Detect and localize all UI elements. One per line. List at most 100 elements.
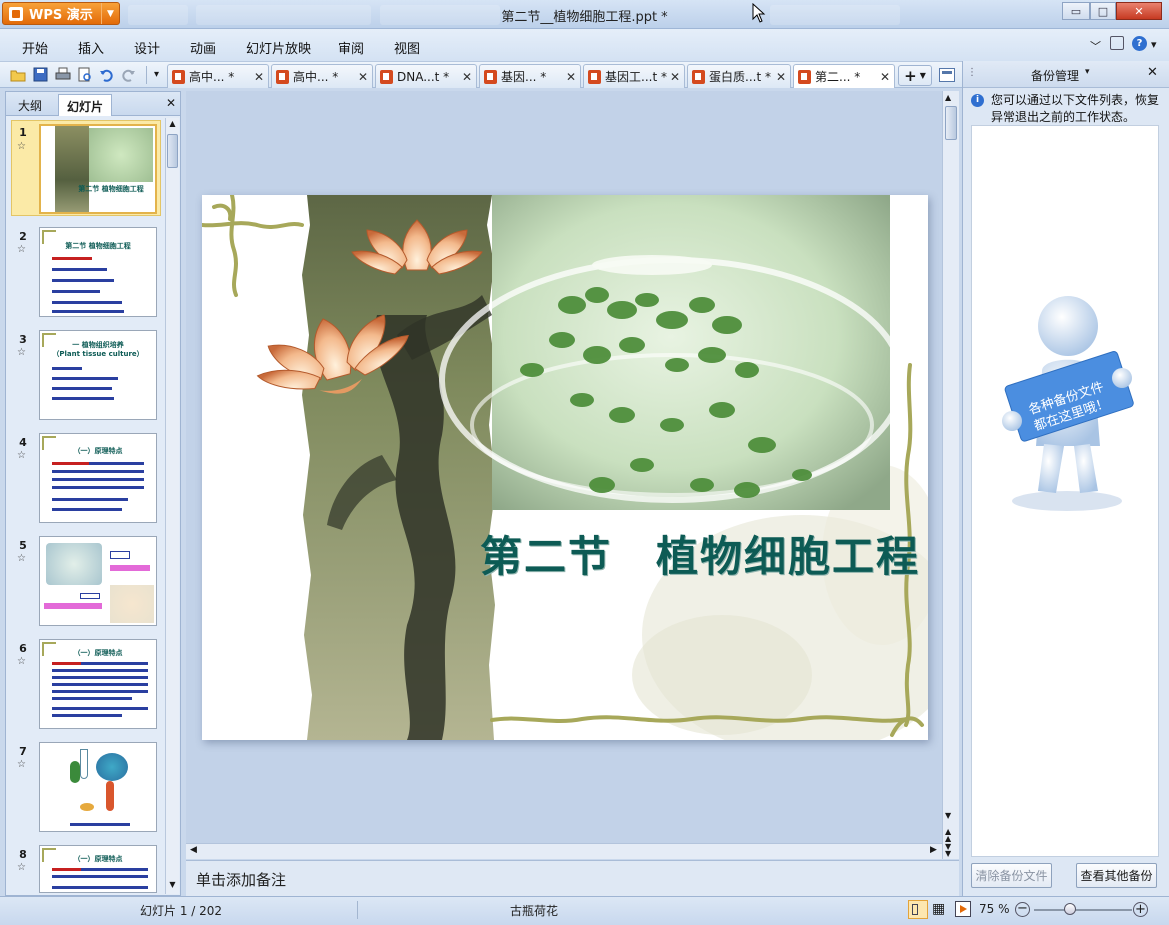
animation-star-icon: ☆: [17, 244, 26, 255]
backup-panel: ⋮ 备份管理 ▾ ✕ i 您可以通过以下文件列表，恢复异常退出之前的工作状态。 …: [962, 61, 1169, 896]
ppt-file-icon: [380, 69, 393, 84]
close-panel-icon[interactable]: ✕: [1147, 65, 1158, 80]
close-icon: ✕: [1134, 4, 1144, 18]
slide-thumbnail-7[interactable]: [39, 742, 157, 832]
minimize-button[interactable]: ▭: [1062, 2, 1090, 20]
shirt-skin-icon[interactable]: [1110, 36, 1124, 50]
help-icon[interactable]: ?: [1132, 36, 1147, 51]
clear-backup-button[interactable]: 清除备份文件: [971, 863, 1052, 888]
animation-star-icon: ☆: [17, 450, 26, 461]
doc-tab-3[interactable]: DNA...t * ✕: [375, 64, 477, 88]
doc-tab-5[interactable]: 基因工...t * ✕: [583, 64, 685, 88]
redo-icon[interactable]: [120, 66, 137, 83]
close-tab-icon[interactable]: ✕: [462, 70, 472, 84]
scroll-down-icon: ▼: [945, 811, 952, 820]
menu-design[interactable]: 设计: [134, 38, 160, 57]
tab-list-icon[interactable]: [939, 68, 955, 82]
zoom-in-button[interactable]: +: [1133, 902, 1148, 917]
doc-tab-2[interactable]: 高中... * ✕: [271, 64, 373, 88]
scroll-up-icon: ▲: [169, 119, 176, 128]
slide-thumbnail-4[interactable]: （一）原理特点: [39, 433, 157, 523]
slide-thumbnail-5[interactable]: [39, 536, 157, 626]
close-tab-icon[interactable]: ✕: [880, 70, 890, 84]
ppt-file-icon: [692, 69, 705, 84]
help-dropdown-icon[interactable]: ▾: [1151, 38, 1157, 51]
zoom-level: 75 %: [979, 902, 1010, 916]
menu-animation[interactable]: 动画: [190, 38, 216, 57]
theme-name: 古瓶荷花: [510, 904, 559, 918]
maximize-button[interactable]: □: [1090, 2, 1116, 20]
panel-title[interactable]: 备份管理: [1031, 67, 1079, 84]
print-preview-icon[interactable]: [76, 66, 93, 83]
wps-app-menu-button[interactable]: WPS 演示 ▼: [2, 2, 120, 25]
canvas-horizontal-scrollbar[interactable]: ◀ ▶: [186, 843, 942, 859]
doc-tab-1[interactable]: 高中... * ✕: [167, 64, 269, 88]
open-folder-icon[interactable]: [9, 66, 26, 83]
slide-title[interactable]: 第二节 植物细胞工程: [480, 523, 920, 584]
slideshow-view-icon[interactable]: [955, 901, 971, 917]
slides-scrollbar[interactable]: ▲ ▼: [165, 118, 179, 894]
close-tab-icon[interactable]: ✕: [254, 70, 264, 84]
menu-review[interactable]: 审阅: [338, 38, 364, 57]
chevron-down-icon[interactable]: ▾: [1085, 67, 1090, 77]
new-tab-button[interactable]: + ▼: [898, 65, 932, 86]
doc-tab-label: 基因工...t *: [605, 70, 667, 84]
thumb-title: （一）原理特点: [73, 649, 123, 657]
zoom-slider-track[interactable]: [1034, 909, 1132, 911]
doc-tab-label: 高中... *: [189, 70, 235, 84]
ppt-file-icon: [172, 69, 185, 84]
doc-tab-4[interactable]: 基因... * ✕: [479, 64, 581, 88]
zoom-slider-thumb[interactable]: [1064, 903, 1076, 915]
menu-slideshow[interactable]: 幻灯片放映: [246, 38, 311, 57]
menu-insert[interactable]: 插入: [78, 38, 104, 57]
status-bar: 幻灯片 1 / 202 古瓶荷花 ▦ 75 % − +: [0, 896, 1169, 925]
slide-thumbnail-6[interactable]: （一）原理特点: [39, 639, 157, 729]
app-label: WPS 演示: [29, 8, 93, 23]
save-icon[interactable]: [32, 66, 49, 83]
scroll-left-icon: ◀: [190, 845, 197, 855]
close-tab-icon[interactable]: ✕: [776, 70, 786, 84]
view-other-backups-button[interactable]: 查看其他备份: [1076, 863, 1157, 888]
ppt-file-icon: [588, 69, 601, 84]
zoom-out-button[interactable]: −: [1015, 902, 1030, 917]
slide-sorter-icon[interactable]: ▦: [932, 902, 945, 916]
slide-counter: 幻灯片 1 / 202: [140, 904, 223, 918]
menu-view[interactable]: 视图: [394, 38, 420, 57]
next-slide-icon: ▼ ▼: [945, 842, 952, 858]
chevron-down-icon[interactable]: ﹀: [1090, 38, 1101, 54]
chevron-down-icon: ▼: [919, 71, 926, 80]
slide-number: 6: [19, 642, 27, 655]
undo-icon[interactable]: [98, 66, 115, 83]
print-icon[interactable]: [54, 66, 71, 83]
toolbar-overflow-icon[interactable]: ▾: [148, 66, 165, 83]
close-panel-icon[interactable]: ✕: [166, 96, 176, 110]
canvas-vertical-scrollbar[interactable]: ▲ ▼ ▲ ▲ ▼ ▼: [942, 91, 959, 859]
slide-thumbnail-1[interactable]: 第二节 植物细胞工程: [39, 124, 157, 214]
slide-1[interactable]: 第二节 植物细胞工程: [202, 195, 928, 740]
close-tab-icon[interactable]: ✕: [566, 70, 576, 84]
close-window-button[interactable]: ✕: [1116, 2, 1162, 20]
backup-file-list[interactable]: 各种备份文件 都在这里哦！: [971, 125, 1159, 857]
slide-thumbnail-8[interactable]: （一）原理特点: [39, 845, 157, 893]
slide-number: 1: [19, 126, 27, 139]
panel-tabs: 大纲 幻灯片 ✕: [6, 92, 180, 116]
wps-logo-icon: [9, 6, 23, 21]
grip-icon[interactable]: ⋮: [967, 67, 977, 78]
mouse-cursor-icon: [752, 3, 766, 23]
notes-placeholder[interactable]: 单击添加备注: [196, 869, 286, 890]
slide-thumbnail-2[interactable]: 第二节 植物细胞工程: [39, 227, 157, 317]
normal-view-icon[interactable]: [908, 900, 928, 919]
tab-outline[interactable]: 大纲: [10, 94, 50, 116]
close-tab-icon[interactable]: ✕: [358, 70, 368, 84]
tab-slides[interactable]: 幻灯片: [58, 94, 113, 116]
close-tab-icon[interactable]: ✕: [670, 70, 680, 84]
thumb-title: 第二节 植物细胞工程: [78, 185, 144, 193]
notes-pane[interactable]: 单击添加备注: [186, 860, 959, 896]
menu-start[interactable]: 开始: [22, 38, 48, 57]
animation-star-icon: ☆: [17, 759, 26, 770]
doc-tab-label: DNA...t *: [397, 69, 450, 84]
doc-tab-active[interactable]: 第二... * ✕: [793, 64, 895, 88]
slide-thumbnail-3[interactable]: 一 植物组织培养 （Plant tissue culture）: [39, 330, 157, 420]
slide-number: 3: [19, 333, 27, 346]
doc-tab-6[interactable]: 蛋白质...t * ✕: [687, 64, 791, 88]
